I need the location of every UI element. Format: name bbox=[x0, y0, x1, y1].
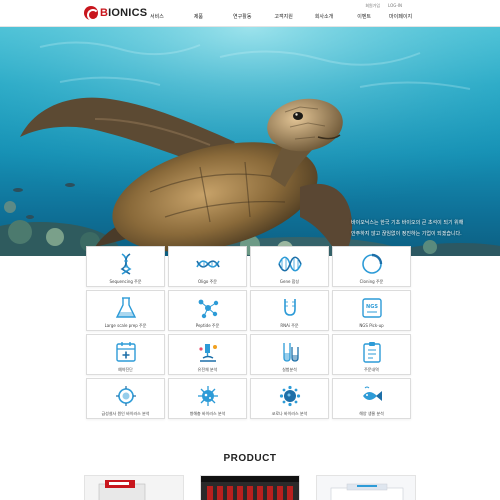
service-label: Cloning 주문 bbox=[359, 279, 384, 284]
service-grid: Sequencing 주문 Oligo 주문 Gene 합성 Cloning 주… bbox=[86, 246, 414, 419]
svg-text:NGS: NGS bbox=[366, 304, 378, 310]
service-card-ngs-pickup[interactable]: NGS NGS Pick-up bbox=[332, 290, 411, 331]
service-label: 실험분석 bbox=[282, 367, 297, 372]
ngs-tube-icon: NGS bbox=[360, 297, 384, 319]
service-card-corona-virus[interactable]: 코로나 바이러스 분석 bbox=[250, 378, 329, 419]
hero-slogan-line-1: 바이오닉스는 한국 기초 바이오의 큰 초석이 되기 위해 bbox=[351, 220, 464, 226]
oligo-strand-icon bbox=[195, 253, 220, 275]
service-label: 해양 생물 분석 bbox=[359, 411, 384, 416]
service-label: 급성설사 원인 바이러스 분석 bbox=[101, 411, 150, 416]
product-image bbox=[317, 476, 415, 500]
service-card-experiment-analysis[interactable]: 실험분석 bbox=[250, 334, 329, 375]
site-header: BIONICS 회원가입 LOG-IN 서비스 제품 연구활동 고객지원 회사소… bbox=[0, 0, 500, 27]
rnai-icon bbox=[278, 297, 302, 319]
rotavirus-icon bbox=[114, 385, 138, 407]
service-card-marine-organism[interactable]: 해양 생물 분석 bbox=[332, 378, 411, 419]
clipboard-icon bbox=[360, 341, 384, 363]
service-card-genome-analysis[interactable]: 유전체 분석 bbox=[168, 334, 247, 375]
hero-slogan: 바이오닉스는 한국 기초 바이오의 큰 초석이 되기 위해 안주하지 않고 끊임… bbox=[351, 218, 500, 240]
nav-item-support[interactable]: 고객지원 bbox=[274, 13, 292, 20]
service-label: Oligo 주문 bbox=[198, 279, 217, 284]
microscope-icon bbox=[196, 341, 220, 363]
service-card-pest-virus[interactable]: 병해충 바이러스 분석 bbox=[168, 378, 247, 419]
service-card-oligo[interactable]: Oligo 주문 bbox=[168, 246, 247, 287]
service-card-rnai[interactable]: RNAi 주문 bbox=[250, 290, 329, 331]
service-card-gene[interactable]: Gene 합성 bbox=[250, 246, 329, 287]
product-list bbox=[84, 475, 416, 500]
hero-banner: 바이오닉스는 한국 기초 바이오의 큰 초석이 되기 위해 안주하지 않고 끊임… bbox=[0, 27, 500, 256]
service-label: RNAi 주문 bbox=[280, 323, 299, 328]
service-label: 유전체 분석 bbox=[197, 367, 218, 372]
service-card-sequencing[interactable]: Sequencing 주문 bbox=[86, 246, 165, 287]
service-label: 코로나 바이러스 분석 bbox=[271, 411, 308, 416]
service-label: 병해충 바이러스 분석 bbox=[189, 411, 226, 416]
flask-icon bbox=[114, 297, 138, 319]
service-card-order-history[interactable]: 주문내역 bbox=[332, 334, 411, 375]
service-label: Sequencing 주문 bbox=[109, 279, 142, 284]
product-image bbox=[85, 476, 183, 500]
logo-text: BIONICS bbox=[100, 7, 148, 19]
nav-item-product[interactable]: 제품 bbox=[194, 13, 203, 20]
login-link[interactable]: LOG-IN bbox=[388, 3, 402, 9]
product-card[interactable] bbox=[84, 475, 184, 500]
signup-link[interactable]: 회원가입 bbox=[365, 3, 380, 9]
service-card-cloning[interactable]: Cloning 주문 bbox=[332, 246, 411, 287]
gene-synthesis-icon bbox=[277, 253, 302, 275]
service-card-reservation[interactable]: 예약진단 bbox=[86, 334, 165, 375]
service-card-diarrhea-virus[interactable]: 급성설사 원인 바이러스 분석 bbox=[86, 378, 165, 419]
nav-item-event[interactable]: 이벤트 bbox=[357, 13, 371, 20]
virus-icon bbox=[196, 385, 220, 407]
nav-item-mypage[interactable]: 마이페이지 bbox=[389, 13, 412, 20]
service-label: 예약진단 bbox=[118, 367, 133, 372]
service-label: Peptide 주문 bbox=[195, 323, 220, 328]
utility-links: 회원가입 LOG-IN bbox=[365, 3, 402, 9]
service-label: Gene 합성 bbox=[279, 279, 300, 284]
nav-item-service[interactable]: 서비스 bbox=[150, 13, 164, 20]
main-nav: 서비스 제품 연구활동 고객지원 회사소개 이벤트 마이페이지 bbox=[150, 13, 412, 20]
cloning-ring-icon bbox=[360, 253, 384, 275]
nav-item-company[interactable]: 회사소개 bbox=[315, 13, 333, 20]
service-card-large-scale-prep[interactable]: Large scale prep 주문 bbox=[86, 290, 165, 331]
fish-icon bbox=[360, 385, 384, 407]
service-label: Large scale prep 주문 bbox=[104, 323, 147, 328]
product-card[interactable] bbox=[316, 475, 416, 500]
product-card[interactable] bbox=[200, 475, 300, 500]
test-tubes-icon bbox=[278, 341, 302, 363]
service-card-peptide[interactable]: Peptide 주문 bbox=[168, 290, 247, 331]
service-label: 주문내역 bbox=[364, 367, 379, 372]
peptide-molecule-icon bbox=[196, 297, 220, 319]
product-image bbox=[201, 476, 299, 500]
service-label: NGS Pick-up bbox=[359, 323, 384, 328]
logo-mark-icon bbox=[84, 6, 99, 21]
bionics-logo[interactable]: BIONICS bbox=[84, 6, 148, 21]
hero-slogan-line-2: 안주하지 않고 끊임없이 정진하는 기업이 되겠습니다. bbox=[351, 231, 462, 237]
coronavirus-icon bbox=[278, 385, 302, 407]
calendar-icon bbox=[114, 341, 138, 363]
nav-item-research[interactable]: 연구활동 bbox=[233, 13, 251, 20]
dna-helix-icon bbox=[114, 253, 138, 275]
product-section-title: PRODUCT bbox=[223, 453, 277, 464]
